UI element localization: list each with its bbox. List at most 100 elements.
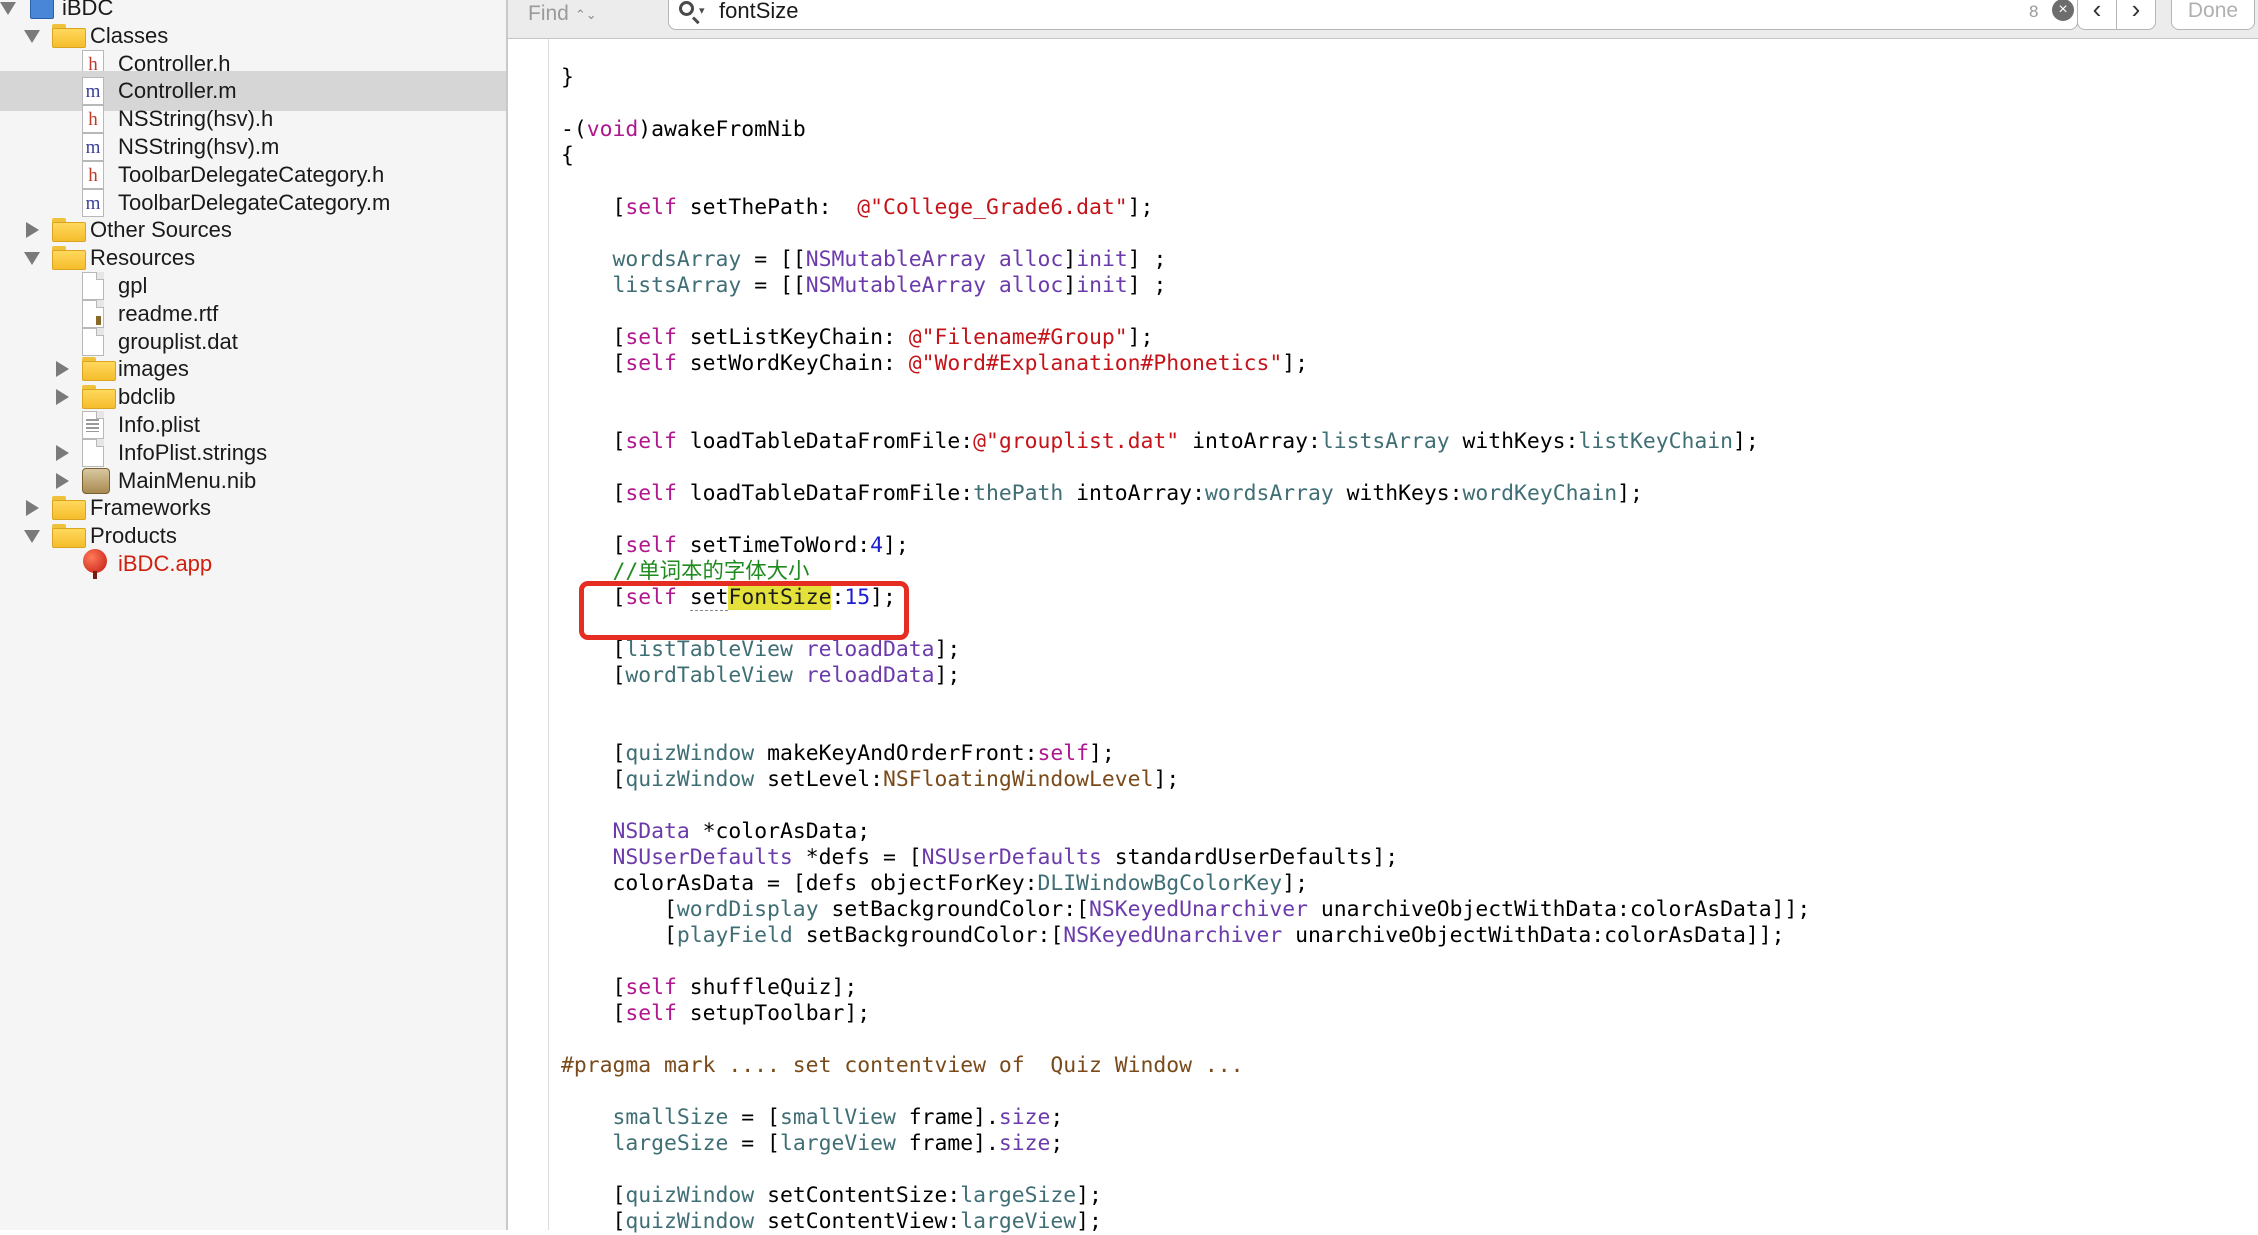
code-token: loadTableDataFromFile:	[676, 481, 974, 506]
find-search-field[interactable]: ▾ 8 ×	[668, 0, 2078, 30]
disclosure-open-icon[interactable]	[24, 252, 40, 266]
code-line[interactable]: [self setListKeyChain: @"Filename#Group"…	[561, 325, 1154, 351]
disclosure-open-icon[interactable]	[24, 530, 40, 544]
code-line[interactable]: listsArray = [[NSMutableArray alloc]init…	[561, 273, 1167, 299]
code-line[interactable]: [playField setBackgroundColor:[NSKeyedUn…	[561, 923, 1784, 949]
code-line[interactable]: [quizWindow setContentSize:largeSize];	[561, 1183, 1102, 1209]
code-line[interactable]: smallSize = [smallView frame].size;	[561, 1105, 1064, 1131]
code-line[interactable]: NSData *colorAsData;	[561, 819, 871, 845]
code-token: NSKeyedUnarchiver	[1063, 923, 1283, 948]
code-line[interactable]: [self loadTableDataFromFile:thePath into…	[561, 481, 1643, 507]
code-token: wordTableView	[625, 663, 793, 688]
code-line[interactable]: [listTableView reloadData];	[561, 637, 961, 663]
code-token: [	[561, 195, 626, 220]
code-token: @"College_Grade6.dat"	[857, 195, 1128, 220]
code-token: smallSize	[612, 1105, 729, 1130]
code-line[interactable]: [wordDisplay setBackgroundColor:[NSKeyed…	[561, 897, 1810, 923]
code-token: listsArray	[1320, 429, 1450, 454]
code-line[interactable]: [self shuffleQuiz];	[561, 975, 858, 1001]
code-token: intoArray:	[1063, 481, 1205, 506]
code-line[interactable]: largeSize = [largeView frame].size;	[561, 1131, 1064, 1157]
disclosure-closed-icon[interactable]	[26, 222, 39, 239]
disclosure-closed-icon[interactable]	[26, 500, 39, 517]
previous-match-button[interactable]: ‹	[2077, 0, 2117, 30]
find-mode-popup[interactable]: Find ⌃⌄	[528, 0, 597, 28]
code-token: ];	[1127, 325, 1154, 350]
code-line[interactable]: [self setWordKeyChain: @"Word#Explanatio…	[561, 351, 1308, 377]
updown-arrows-icon: ⌃⌄	[574, 6, 597, 22]
code-token: setBackgroundColor:[	[792, 923, 1064, 948]
code-line[interactable]: }	[561, 65, 574, 91]
code-line[interactable]: [quizWindow setContentView:largeView];	[561, 1209, 1102, 1235]
code-token: unarchiveObjectWithData:colorAsData]];	[1307, 897, 1811, 922]
sidebar-item-label: iBDC.app	[118, 551, 213, 576]
source-editor[interactable]: } -(void)awakeFromNib{ [self setThePath: …	[508, 39, 2258, 1234]
code-token: setTimeToWord:	[676, 533, 871, 558]
code-line[interactable]: wordsArray = [[NSMutableArray alloc]init…	[561, 247, 1167, 273]
disclosure-closed-icon[interactable]	[56, 389, 69, 406]
code-token: ;	[1050, 1105, 1064, 1130]
code-token: self	[625, 351, 677, 376]
code-token: shuffleQuiz];	[676, 975, 858, 1000]
code-line[interactable]: [self setTimeToWord:4];	[561, 533, 909, 559]
code-line[interactable]: [self setupToolbar];	[561, 1001, 871, 1027]
code-token: setContentSize:	[754, 1183, 961, 1208]
sidebar-item-ibdc-app[interactable]: iBDC.app	[0, 544, 506, 584]
code-token: ];	[934, 663, 961, 688]
code-token: [	[561, 1001, 626, 1026]
code-token: NSData	[612, 819, 690, 844]
code-line[interactable]: #pragma mark .... set contentview of Qui…	[561, 1053, 1244, 1079]
disclosure-closed-icon[interactable]	[56, 444, 69, 461]
disclosure-closed-icon[interactable]	[56, 361, 69, 378]
next-match-button[interactable]: ›	[2116, 0, 2156, 30]
code-token: reloadData	[805, 637, 935, 662]
code-token: init	[1076, 247, 1128, 272]
project-navigator: iBDC Classes h Controller.h m Controller.m h NS…	[0, 0, 508, 1230]
code-token: size	[998, 1131, 1051, 1156]
line-gutter[interactable]	[508, 39, 549, 1230]
code-line[interactable]: NSUserDefaults *defs = [NSUserDefaults s…	[561, 845, 1399, 871]
application-icon	[82, 549, 108, 579]
code-token: void	[586, 117, 639, 142]
code-line[interactable]: colorAsData = [defs objectForKey:DLIWind…	[561, 871, 1308, 897]
code-token: ];	[1617, 481, 1643, 506]
code-token: withKeys:	[1333, 481, 1463, 506]
code-token: ];	[1076, 1209, 1102, 1234]
code-token: [	[561, 533, 626, 558]
code-token: ];	[1282, 871, 1308, 896]
code-token: wordDisplay	[676, 897, 819, 922]
done-button[interactable]: Done	[2171, 0, 2255, 30]
disclosure-open-icon[interactable]	[24, 29, 40, 43]
code-line[interactable]: [self setThePath: @"College_Grade6.dat"]…	[561, 195, 1154, 221]
code-line[interactable]: [quizWindow setLevel:NSFloatingWindowLev…	[561, 767, 1180, 793]
code-line[interactable]: [self loadTableDataFromFile:@"grouplist.…	[561, 429, 1759, 455]
code-token: -(	[561, 117, 587, 142]
code-token: standardUserDefaults];	[1101, 845, 1399, 870]
chevron-right-icon: ›	[2131, 0, 2141, 24]
code-line[interactable]: {	[561, 143, 574, 169]
code-token: NSKeyedUnarchiver	[1089, 897, 1308, 922]
disclosure-closed-icon[interactable]	[56, 472, 69, 489]
code-token: quizWindow	[625, 767, 755, 792]
code-token: [	[561, 325, 626, 350]
code-token: ]	[1063, 273, 1077, 298]
search-icon[interactable]	[679, 1, 694, 16]
code-token: intoArray:	[1179, 429, 1321, 454]
code-token: self	[625, 325, 677, 350]
disclosure-open-icon[interactable]	[0, 2, 16, 15]
code-token: ];	[1282, 351, 1308, 376]
clear-icon[interactable]: ×	[2052, 0, 2074, 21]
code-line[interactable]: [quizWindow makeKeyAndOrderFront:self];	[561, 741, 1115, 767]
search-options-caret-icon[interactable]: ▾	[699, 4, 705, 17]
code-line[interactable]: [wordTableView reloadData];	[561, 663, 961, 689]
code-token: colorAsData = [defs objectForKey:	[561, 871, 1038, 896]
code-token: frame].	[895, 1105, 999, 1130]
find-input[interactable]	[719, 0, 1969, 24]
code-line[interactable]: -(void)awakeFromNib	[561, 117, 806, 143]
code-token: self	[1037, 741, 1090, 766]
